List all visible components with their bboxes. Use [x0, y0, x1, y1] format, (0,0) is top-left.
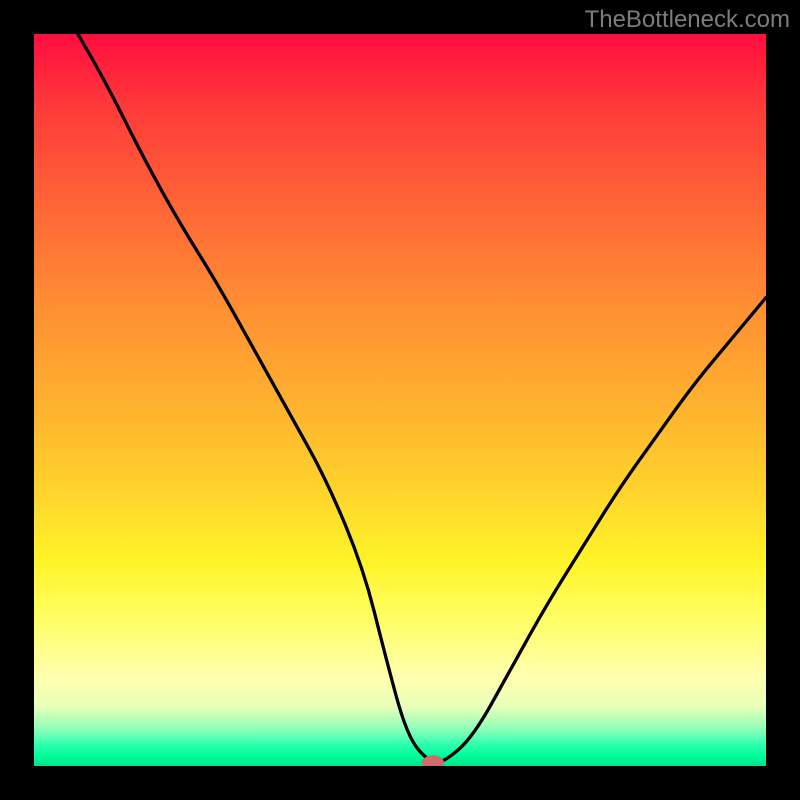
watermark-text: TheBottleneck.com — [585, 6, 790, 34]
plot-area — [34, 34, 766, 766]
curve-path — [78, 34, 766, 762]
bottleneck-curve — [34, 34, 766, 766]
chart-frame: TheBottleneck.com — [0, 0, 800, 800]
